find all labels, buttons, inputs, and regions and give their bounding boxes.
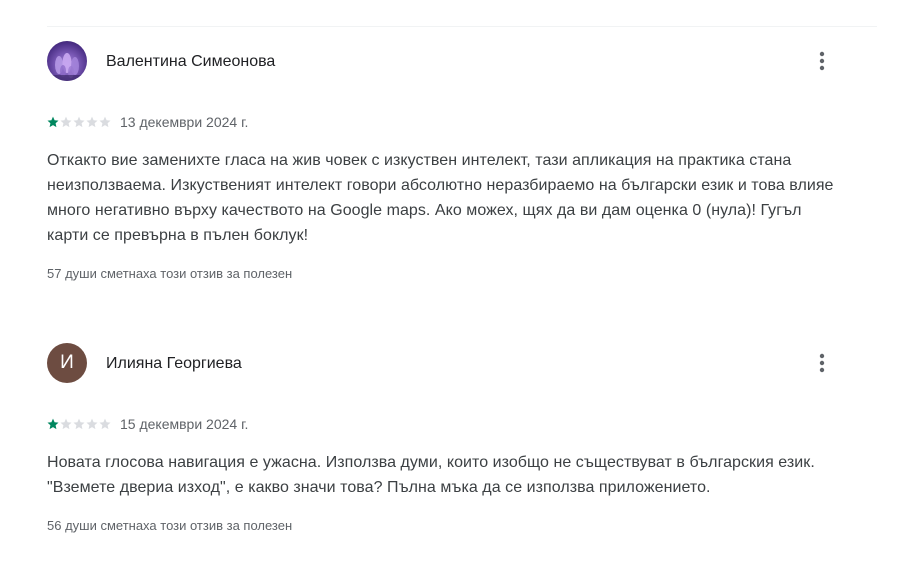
star-filled-icon — [47, 116, 59, 128]
avatar-photo-flowers — [47, 53, 87, 81]
review-header: И Илияна Георгиева — [47, 343, 877, 383]
star-empty-icon — [86, 418, 98, 430]
helpful-count: 56 души сметнаха този отзив за полезен — [47, 518, 293, 533]
more-vert-icon — [819, 51, 825, 71]
star-empty-icon — [73, 418, 85, 430]
avatar — [47, 41, 87, 81]
star-rating — [47, 417, 111, 431]
reviews-page: Валентина Симеонова 13 декември 2024 г. … — [0, 0, 920, 578]
star-empty-icon — [99, 418, 111, 430]
star-rating — [47, 115, 111, 129]
star-filled-icon — [47, 418, 59, 430]
star-empty-icon — [60, 116, 72, 128]
star-empty-icon — [86, 116, 98, 128]
more-vert-icon — [819, 353, 825, 373]
review-header: Валентина Симеонова — [47, 41, 877, 81]
avatar: И — [47, 343, 87, 383]
star-empty-icon — [73, 116, 85, 128]
review-date: 15 декември 2024 г. — [120, 416, 249, 432]
review-meta: 13 декември 2024 г. — [47, 114, 877, 130]
star-empty-icon — [60, 418, 72, 430]
divider — [47, 26, 877, 27]
review-card: И Илияна Георгиева 15 декември 2024 г. Н… — [47, 343, 877, 534]
review-meta: 15 декември 2024 г. — [47, 416, 877, 432]
review-text: Откакто вие заменихте гласа на жив човек… — [47, 152, 834, 244]
review-card: Валентина Симеонова 13 декември 2024 г. … — [47, 41, 877, 282]
helpful-count: 57 души сметнаха този отзив за полезен — [47, 266, 293, 281]
review-text: Новата глосова навигация е ужасна. Изпол… — [47, 454, 815, 496]
author-name: Илияна Георгиева — [106, 355, 242, 372]
author-name: Валентина Симеонова — [106, 53, 276, 70]
more-options-button[interactable] — [809, 47, 835, 75]
review-date: 13 декември 2024 г. — [120, 114, 249, 130]
star-empty-icon — [99, 116, 111, 128]
avatar-letter: И — [60, 352, 74, 373]
more-options-button[interactable] — [809, 349, 835, 377]
